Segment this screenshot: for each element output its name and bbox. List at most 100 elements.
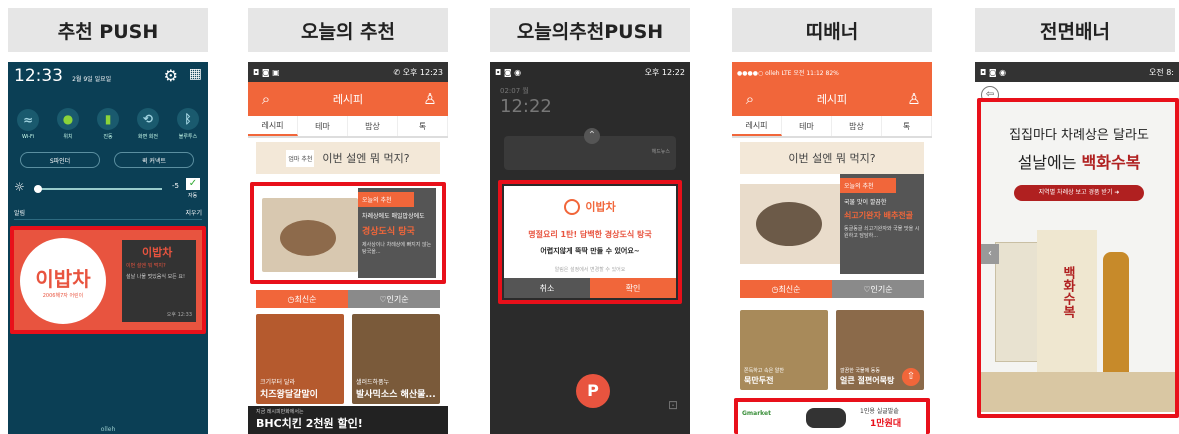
card-pre: 쫀득하고 속은 알찬 <box>744 368 784 374</box>
card-title: 묵만두전 <box>744 376 774 385</box>
lockscreen-screenshot: ◘ ◙ ◉ 오후 12:22 02:07 월 12:22 ⌃ 헤드뉴스 이밥차 명… <box>490 62 690 434</box>
app-screenshot: ◘ ◙ ▣ ✆ 오후 12:23 ⌕ 레시피 ♙ 레시피 테마 밥상 톡 엄마 추… <box>248 62 448 434</box>
sort-latest-button[interactable]: ◷ 최신순 <box>256 290 348 308</box>
sort-popular-button[interactable]: ♡ 인기순 <box>348 290 440 308</box>
panel-title: 띠배너 <box>732 8 932 52</box>
toggle-label: Wi-Fi <box>22 133 34 140</box>
notification-shade-screenshot: 12:33 2월 9일 일요일 ⚙ ▦ ≈ Wi-Fi ● 위치 ▮ 진동 ⟲ … <box>8 62 208 434</box>
tab-talk[interactable]: 톡 <box>398 116 448 136</box>
card-title: 발사믹소스 해산물... <box>356 390 436 400</box>
recipe-card-1[interactable]: 쫀득하고 속은 알찬 묵만두전 <box>740 310 828 390</box>
brightness-thumb[interactable] <box>34 185 42 193</box>
panel-strip-banner: 띠배너 ●●●●○ olleh LTE 오전 11:12 82% ⌕ 레시피 ♙… <box>732 0 932 434</box>
panel-title: 오늘의 추천 <box>248 8 448 52</box>
banner-badge: 엄마 추천 <box>286 149 315 167</box>
recommend-tag: 오늘의 추천 <box>840 178 896 193</box>
tab-theme[interactable]: 테마 <box>298 116 348 136</box>
profile-icon[interactable]: ♙ <box>422 90 438 108</box>
rotate-toggle[interactable]: ⟲ 화면 회전 <box>137 108 159 140</box>
vibrate-toggle[interactable]: ▮ 진동 <box>97 108 119 140</box>
bluetooth-toggle[interactable]: ᛒ 블루투스 <box>177 108 199 140</box>
clear-all-button[interactable]: 지우기 <box>185 208 202 217</box>
app-screenshot: ●●●●○ olleh LTE 오전 11:12 82% ⌕ 레시피 ♙ 레시피… <box>732 62 932 434</box>
grid-icon[interactable]: ▦ <box>189 66 202 82</box>
wifi-toggle[interactable]: ≈ Wi-Fi <box>17 108 39 140</box>
status-bar: ◘ ◙ ◉ 오후 12:22 <box>490 62 690 82</box>
promo-banner[interactable]: 엄마 추천 이번 설엔 뭐 먹지? <box>256 142 440 174</box>
panel-title: 추천 PUSH <box>8 8 208 52</box>
sort-popular-button[interactable]: ♡ 인기순 <box>832 280 924 298</box>
toggle-label: 화면 회전 <box>138 134 158 140</box>
profile-icon[interactable]: ♙ <box>906 90 922 108</box>
panel-recommend-push: 추천 PUSH 12:33 2월 9일 일요일 ⚙ ▦ ≈ Wi-Fi ● 위치… <box>8 0 208 434</box>
card-pre: 크기부터 달라 <box>260 379 296 386</box>
banner-text: 이번 설엔 뭐 먹지? <box>788 152 876 165</box>
dish-image <box>740 184 840 264</box>
unlock-handle[interactable]: P <box>576 374 610 408</box>
sort-latest-label: 최신순 <box>778 284 801 294</box>
app-title: 레시피 <box>816 93 848 106</box>
sort-row: ◷ 최신순 ♡ 인기순 <box>740 280 924 298</box>
card-pre: 깔끔한 국물에 동동 <box>840 368 880 374</box>
notif-label: 알림 <box>14 210 26 217</box>
clock-date: 2월 9일 일요일 <box>72 76 112 83</box>
status-time: ✆ 오후 12:23 <box>393 67 443 77</box>
scroll-top-icon[interactable]: ⇧ <box>902 368 920 386</box>
notif-header: 알림 지우기 <box>14 208 202 220</box>
sort-latest-button[interactable]: ◷ 최신순 <box>740 280 832 298</box>
tab-table[interactable]: 밥상 <box>348 116 398 136</box>
status-time: 오전 8: <box>1148 67 1174 77</box>
status-time: 오후 12:22 <box>644 67 685 77</box>
recipe-card-2[interactable]: 깔끔한 국물에 동동 얼큰 절편어묵탕 ⇧ <box>836 310 924 390</box>
app-title: 레시피 <box>332 93 364 106</box>
promo-banner[interactable]: 이번 설엔 뭐 먹지? <box>740 142 924 174</box>
tab-theme[interactable]: 테마 <box>782 116 832 136</box>
lock-date: 02:07 월 <box>500 87 529 95</box>
brightness-slider[interactable] <box>34 185 162 193</box>
bluetooth-icon: ᛒ <box>177 108 199 130</box>
carrier-label: olleh <box>100 426 116 433</box>
sort-latest-label: 최신순 <box>294 294 317 304</box>
location-toggle[interactable]: ● 위치 <box>57 108 79 140</box>
search-icon[interactable]: ⌕ <box>742 90 758 108</box>
toggle-label: 블루투스 <box>178 134 198 140</box>
settings-icon[interactable]: ⚙ <box>164 66 178 85</box>
auto-label: 자동 <box>188 193 198 199</box>
rotate-icon: ⟲ <box>137 108 159 130</box>
tab-table[interactable]: 밥상 <box>832 116 882 136</box>
ad-pre: 지금 레시피만화에서는 <box>256 409 304 415</box>
quick-connect-button[interactable]: 퀵 커넥트 <box>114 152 194 168</box>
panel-title: 오늘의추천PUSH <box>490 8 690 52</box>
highlight-box <box>977 98 1179 418</box>
recommend-title: 쇠고기완자 배추전골 <box>844 211 914 220</box>
tab-bar: 레시피 테마 밥상 톡 <box>248 116 448 138</box>
panel-today-push: 오늘의추천PUSH ◘ ◙ ◉ 오후 12:22 02:07 월 12:22 ⌃ … <box>490 0 690 434</box>
panel-title: 전면배너 <box>975 8 1175 52</box>
brightness-row: ☼ -5 ✓ 자동 <box>14 178 202 202</box>
chevron-up-icon[interactable]: ⌃ <box>584 128 600 144</box>
search-icon[interactable]: ⌕ <box>258 90 274 108</box>
status-text: ●●●●○ olleh LTE 오전 11:12 82% <box>737 69 839 77</box>
s-finder-button[interactable]: S파인더 <box>20 152 100 168</box>
highlight-box <box>498 180 682 304</box>
toggle-label: 진동 <box>103 134 113 140</box>
tab-recipe[interactable]: 레시피 <box>732 116 782 136</box>
bottom-ad[interactable]: 지금 레시피만화에서는 BHC치킨 2천원 할인! <box>248 406 448 434</box>
recipe-card-1[interactable]: 크기부터 달라 치즈왕달갈말이 <box>256 314 344 404</box>
tab-recipe[interactable]: 레시피 <box>248 116 298 136</box>
recipe-card-2[interactable]: 샐러드하품누 발사믹소스 해산물... <box>352 314 440 404</box>
lock-icon[interactable]: ⊡ <box>668 398 678 412</box>
status-bar: ◘ ◙ ▣ ✆ 오후 12:23 <box>248 62 448 82</box>
status-bar: ●●●●○ olleh LTE 오전 11:12 82% <box>732 62 932 82</box>
vibrate-icon: ▮ <box>97 108 119 130</box>
sort-popular-label: 인기순 <box>386 294 409 304</box>
brightness-value: -5 <box>172 182 179 190</box>
today-recommend-card[interactable]: 오늘의 추천 국물 맛이 깔끔한 쇠고기완자 배추전골 동글동글 쇠고기완자와 … <box>740 174 924 274</box>
tab-talk[interactable]: 톡 <box>882 116 932 136</box>
brightness-icon: ☼ <box>14 180 25 194</box>
auto-checkbox[interactable]: ✓ <box>186 178 200 190</box>
notif-icons: ◘ ◙ ◉ <box>980 67 1007 77</box>
app-bar: ⌕ 레시피 ♙ <box>732 82 932 116</box>
location-icon: ● <box>57 108 79 130</box>
panel-fullscreen-banner: 전면배너 ◘ ◙ ◉ 오전 8: ⇦ 집집마다 차례상은 달라도 설날에는 백화수… <box>975 0 1179 434</box>
